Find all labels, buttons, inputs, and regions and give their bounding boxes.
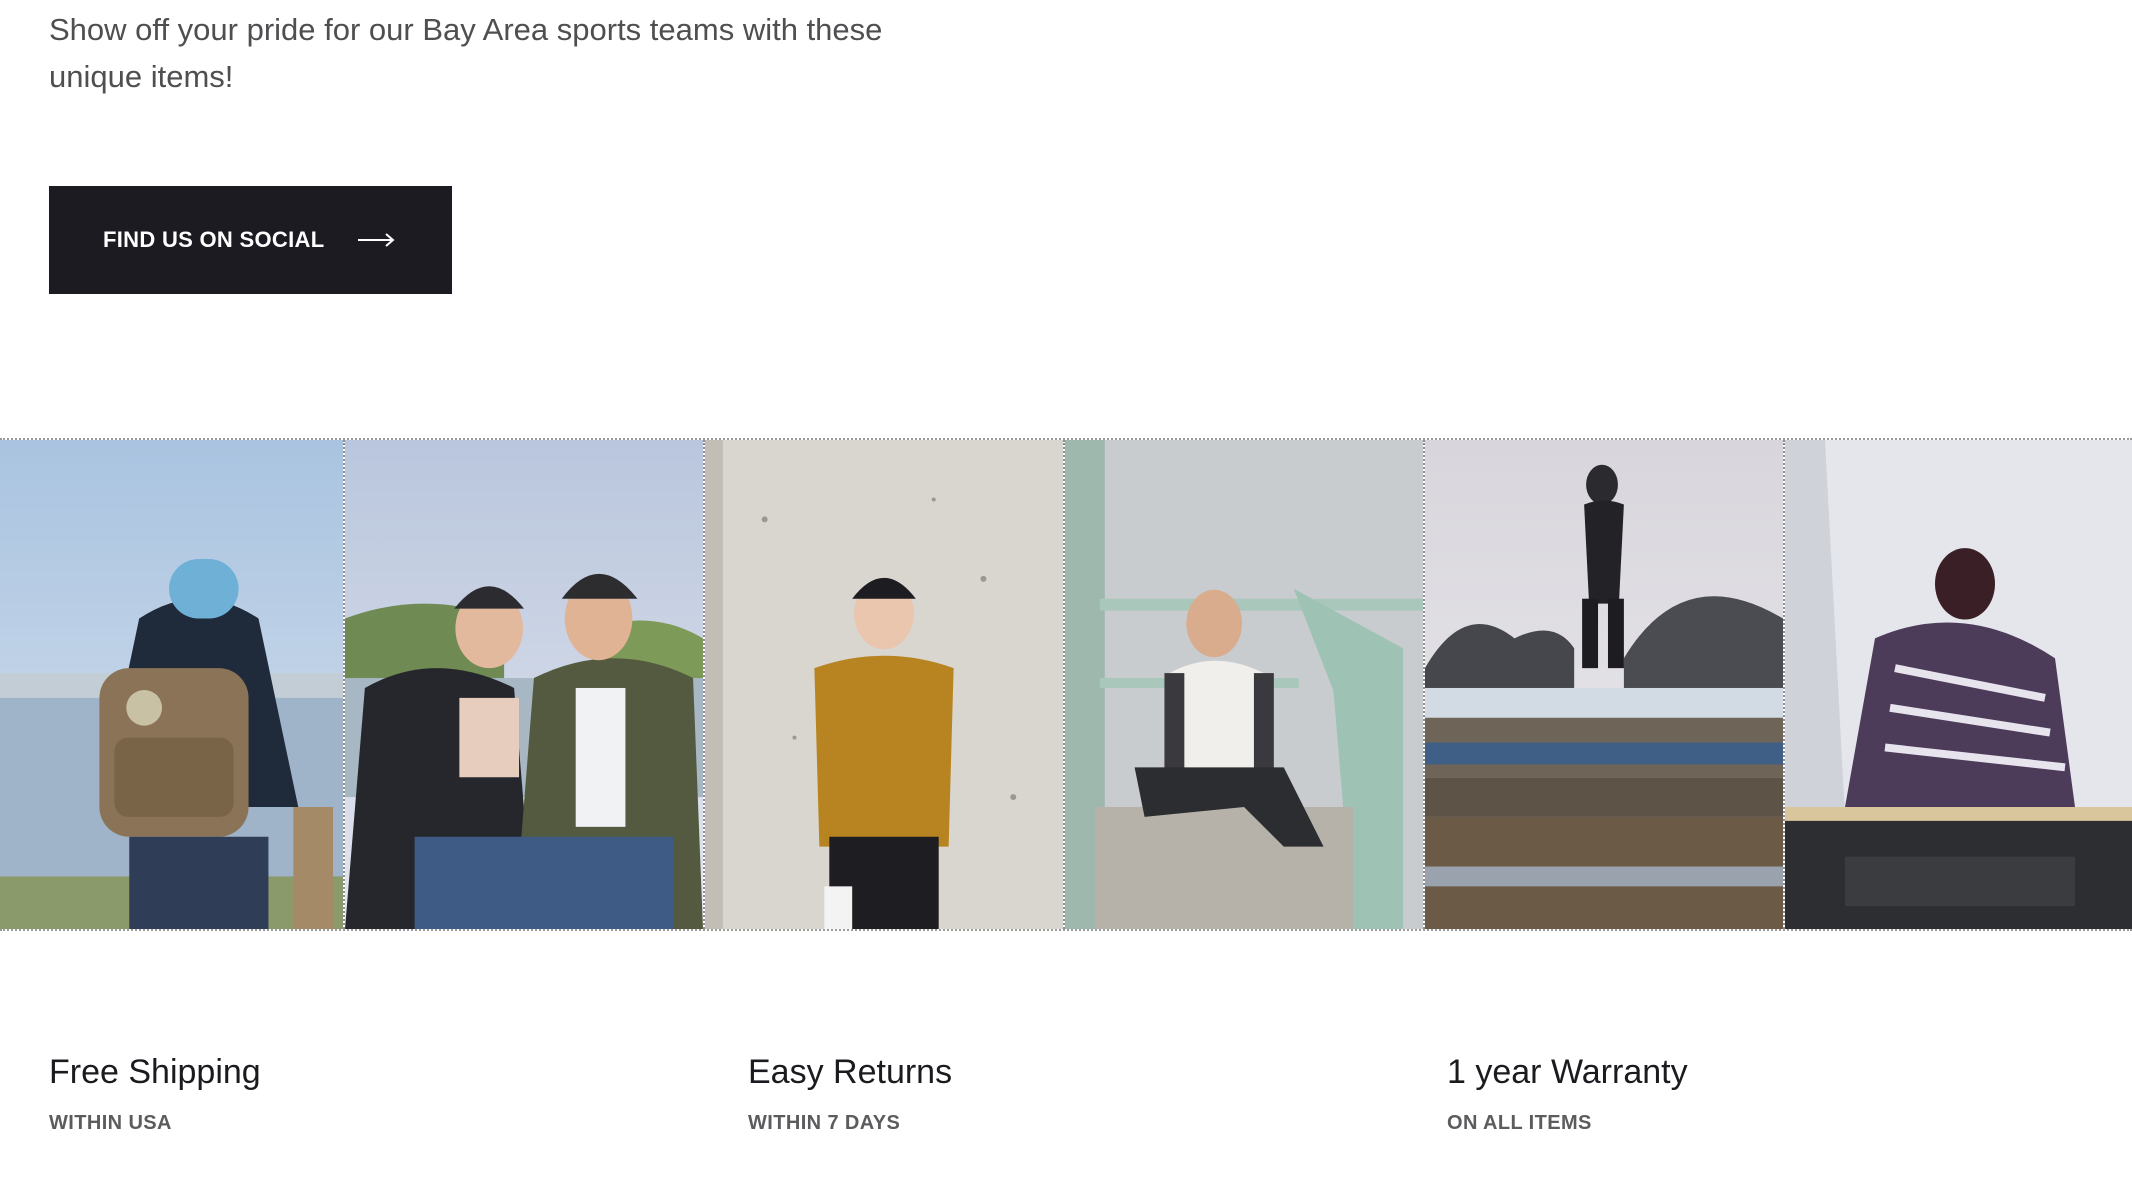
social-photo-strip [0, 438, 2132, 931]
photo-man-lifeguard-tower[interactable] [1065, 440, 1425, 929]
feature-title: Easy Returns [748, 1053, 953, 1091]
photo-woman-blanket-car[interactable] [1785, 440, 2132, 929]
feature-title: Free Shipping [49, 1053, 261, 1091]
photo-couple-caps[interactable] [345, 440, 705, 929]
cta-label: FIND US ON SOCIAL [103, 227, 325, 252]
feature-warranty: 1 year Warranty ON ALL ITEMS [1447, 1050, 1947, 1135]
feature-title: 1 year Warranty [1447, 1053, 1688, 1091]
feature-easy-returns: Easy Returns WITHIN 7 DAYS [748, 1050, 1248, 1135]
hero-tagline: Show off your pride for our Bay Area spo… [49, 12, 883, 94]
feature-subtitle: WITHIN USA [49, 1112, 172, 1134]
arrow-right-icon [358, 233, 396, 247]
feature-free-shipping: Free Shipping WITHIN USA [49, 1050, 549, 1135]
photo-woman-on-rocks[interactable] [1425, 440, 1785, 929]
photo-backpack-beanie[interactable] [0, 440, 345, 929]
feature-subtitle: ON ALL ITEMS [1447, 1112, 1592, 1134]
find-us-on-social-button[interactable]: FIND US ON SOCIAL [49, 186, 452, 294]
photo-man-yellow-shirt[interactable] [705, 440, 1065, 929]
feature-subtitle: WITHIN 7 DAYS [748, 1112, 901, 1134]
